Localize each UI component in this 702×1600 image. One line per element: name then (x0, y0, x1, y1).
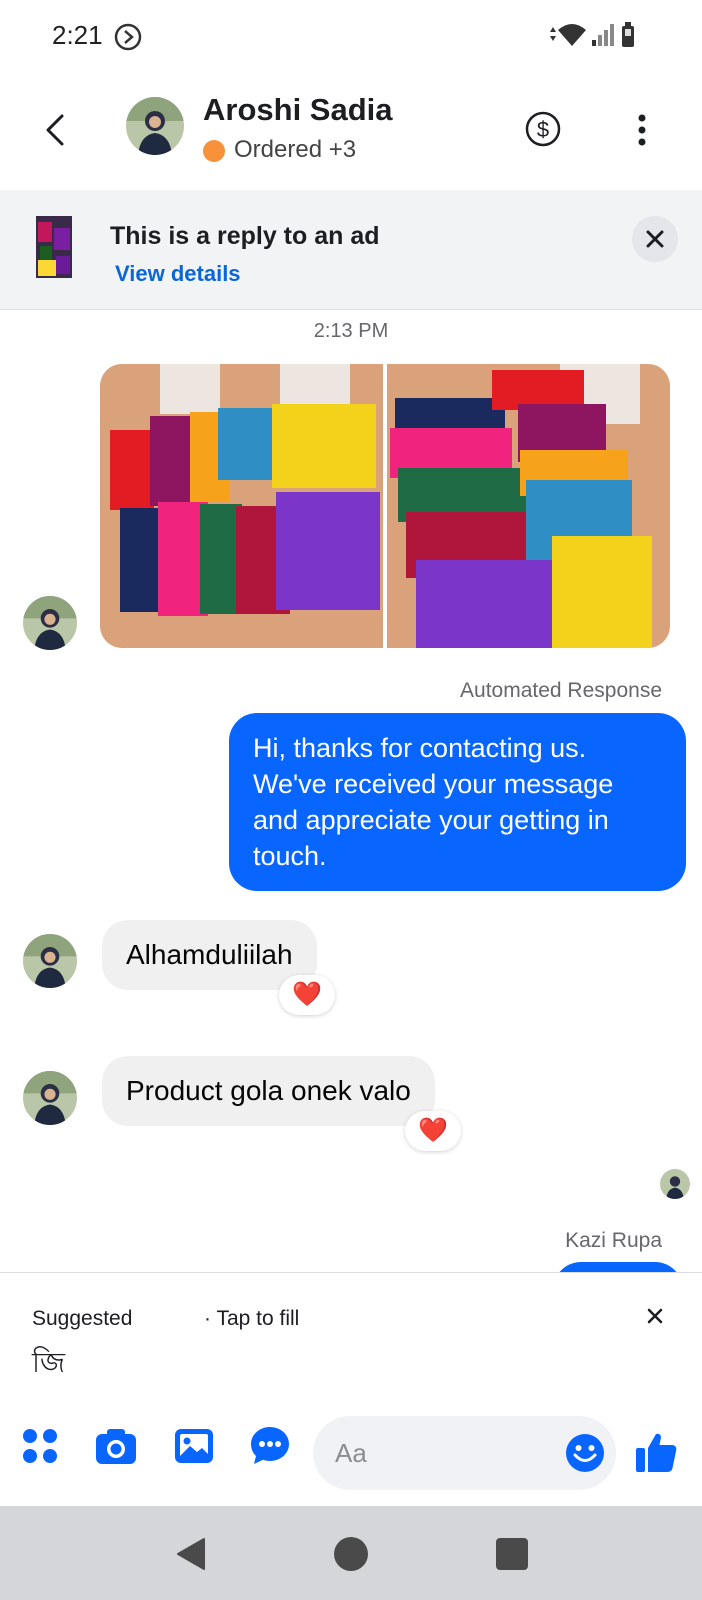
dollar-icon[interactable]: $ (524, 110, 562, 148)
system-nav-bar (0, 1506, 702, 1600)
emoji-icon[interactable] (565, 1433, 605, 1473)
status-bar: 2:21 (0, 0, 702, 70)
message-timestamp: 2:13 PM (313, 320, 389, 342)
order-status-dot (203, 140, 225, 162)
gallery-icon[interactable] (172, 1424, 216, 1468)
heart-reaction[interactable]: ❤️ (279, 975, 335, 1015)
ad-thumbnail[interactable] (36, 216, 72, 278)
ad-reply-banner: This is a reply to an ad View details (0, 190, 702, 310)
tap-to-fill-hint: · Tap to fill (204, 1307, 300, 1330)
camera-icon[interactable] (94, 1424, 138, 1468)
ad-reply-title: This is a reply to an ad (110, 222, 380, 250)
photo-right[interactable] (387, 364, 670, 648)
suggested-reply[interactable]: জি (32, 1341, 65, 1388)
svg-text:$: $ (537, 117, 549, 142)
incoming-message-bubble[interactable]: Product gola onek valo (102, 1056, 435, 1126)
shared-photos[interactable] (100, 364, 670, 648)
heart-reaction[interactable]: ❤️ (405, 1111, 461, 1151)
view-details-link[interactable]: View details (115, 261, 241, 287)
back-button[interactable] (36, 108, 76, 152)
back-triangle-icon[interactable] (172, 1534, 212, 1574)
message-composer (0, 1400, 702, 1506)
order-status-text: Ordered (234, 136, 323, 163)
contact-avatar[interactable] (126, 97, 184, 155)
sender-name-label: Kazi Rupa (565, 1229, 662, 1252)
chat-header: Aroshi Sadia Ordered +3 $ (0, 70, 702, 188)
alarm-icon (114, 23, 142, 51)
apps-icon[interactable] (18, 1424, 62, 1468)
outgoing-message-bubble[interactable]: Hi, thanks for contacting us. We've rece… (229, 713, 686, 891)
close-suggestions-icon[interactable] (642, 1303, 668, 1329)
status-time: 2:21 (52, 20, 103, 50)
extra-labels-count: +3 (328, 136, 357, 163)
sender-avatar[interactable] (23, 934, 77, 988)
chat-bubble-icon[interactable] (248, 1424, 292, 1468)
order-status-label[interactable]: Ordered +3 (234, 136, 356, 164)
recents-square-icon[interactable] (492, 1534, 532, 1574)
seen-receipt-avatar (660, 1169, 690, 1199)
home-circle-icon[interactable] (331, 1534, 371, 1574)
suggested-title: Suggested (32, 1307, 133, 1330)
contact-name[interactable]: Aroshi Sadia (203, 92, 393, 128)
more-options-icon[interactable] (624, 110, 660, 150)
automated-response-label: Automated Response (460, 679, 662, 702)
signal-wifi-battery-icons (550, 22, 634, 47)
photo-left[interactable] (100, 364, 383, 648)
sender-avatar[interactable] (23, 596, 77, 650)
sender-avatar[interactable] (23, 1071, 77, 1125)
close-banner-button[interactable] (632, 216, 678, 262)
thumbs-up-icon[interactable] (634, 1430, 678, 1474)
suggestion-panel: Suggested · Tap to fill জি (0, 1272, 702, 1392)
